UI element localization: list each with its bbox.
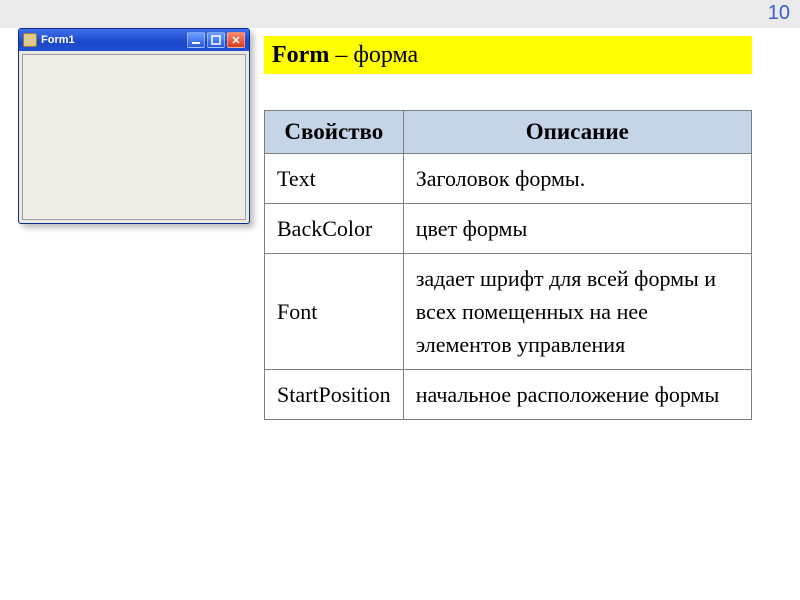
table-row: StartPosition начальное расположение фор… [265, 370, 752, 420]
cell-description: начальное расположение формы [403, 370, 751, 420]
form1-titlebar[interactable]: Form1 [19, 29, 249, 51]
col-description: Описание [403, 111, 751, 154]
app-icon [23, 33, 37, 47]
maximize-button[interactable] [207, 32, 225, 48]
section-title: Form – форма [264, 36, 752, 74]
title-keyword: Form [272, 42, 329, 69]
title-rest: – форма [335, 42, 418, 69]
table-header-row: Свойство Описание [265, 111, 752, 154]
form1-window: Form1 [18, 28, 250, 224]
cell-property: Text [265, 154, 404, 204]
cell-property: Font [265, 254, 404, 370]
table-row: BackColor цвет формы [265, 204, 752, 254]
table-row: Font задает шрифт для всей формы и всех … [265, 254, 752, 370]
properties-table: Свойство Описание Text Заголовок формы. … [264, 110, 752, 420]
close-icon [231, 35, 241, 45]
col-property: Свойство [265, 111, 404, 154]
cell-property: StartPosition [265, 370, 404, 420]
maximize-icon [211, 35, 221, 45]
form1-title-text: Form1 [41, 34, 75, 46]
cell-description: Заголовок формы. [403, 154, 751, 204]
page-number: 10 [768, 2, 790, 25]
minimize-button[interactable] [187, 32, 205, 48]
cell-description: цвет формы [403, 204, 751, 254]
form1-client-area [22, 54, 246, 220]
close-button[interactable] [227, 32, 245, 48]
slide-topbar [0, 0, 800, 28]
table-row: Text Заголовок формы. [265, 154, 752, 204]
cell-description: задает шрифт для всей формы и всех помещ… [403, 254, 751, 370]
minimize-icon [191, 35, 201, 45]
cell-property: BackColor [265, 204, 404, 254]
